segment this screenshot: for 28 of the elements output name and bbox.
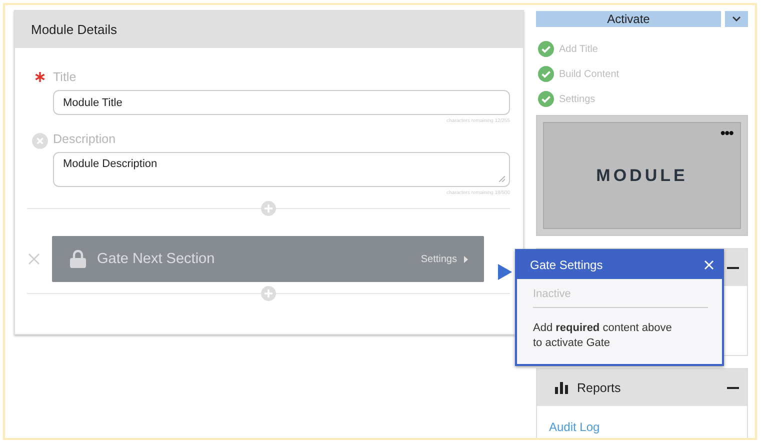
add-section-icon[interactable] <box>261 286 276 301</box>
chevron-down-icon <box>732 16 741 22</box>
field-label: Title <box>53 69 78 86</box>
thumbnail-title: MODULE <box>596 166 688 186</box>
delete-icon[interactable] <box>28 253 40 265</box>
remove-icon[interactable] <box>32 133 48 149</box>
checklist-label: Build Content <box>559 68 620 80</box>
panel-title: Reports <box>577 380 622 394</box>
add-section-icon[interactable] <box>261 201 276 216</box>
checklist-label: Settings <box>559 94 596 104</box>
popover-title: Gate Settings <box>530 258 603 272</box>
gate-status: Inactive <box>533 288 708 308</box>
bar-chart-icon <box>555 382 568 394</box>
caret-icon <box>464 256 468 262</box>
close-icon[interactable] <box>704 260 714 270</box>
input-field[interactable]: Module Title <box>53 90 510 115</box>
card-title: Module Details <box>31 22 117 37</box>
lock-icon <box>70 250 86 268</box>
resize-grip-icon[interactable] <box>499 176 505 182</box>
dropdown-button[interactable] <box>725 11 748 27</box>
field-label: Description <box>53 131 117 148</box>
more-menu-icon[interactable]: ••• <box>720 125 733 142</box>
activate-button[interactable]: Activate <box>536 11 721 27</box>
text-area[interactable]: Module Description <box>53 152 510 187</box>
gate-title: Gate Next Section <box>97 251 216 267</box>
checklist-label: Add Title <box>559 44 598 54</box>
gate-message: Add required content above to activate Gate <box>533 321 673 351</box>
module-thumbnail[interactable]: ••• MODULE <box>543 122 741 229</box>
